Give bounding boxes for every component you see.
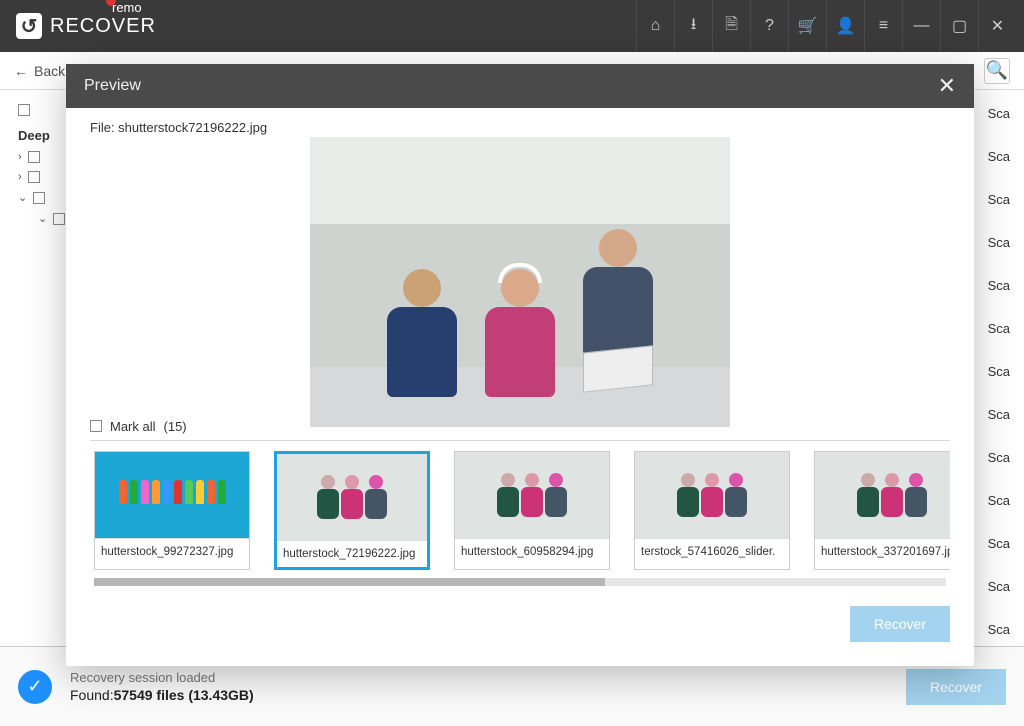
thumbnail-label: hutterstock_60958294.jpg (455, 538, 609, 565)
search-icon[interactable]: 🔍 (984, 58, 1010, 84)
help-icon[interactable]: ? (750, 0, 788, 52)
preview-modal: Preview ✕ File: shutterstock72196222.jpg… (66, 64, 974, 666)
thumbnail-label: hutterstock_72196222.jpg (277, 540, 427, 567)
modal-close-icon[interactable]: ✕ (938, 73, 956, 99)
thumbnail-strip[interactable]: hutterstock_99272327.jpg hutterstock_7219… (90, 441, 950, 578)
mark-all-checkbox[interactable] (90, 420, 102, 432)
found-summary: Found:57549 files (13.43GB) (70, 687, 888, 703)
user-icon[interactable]: 👤 (826, 0, 864, 52)
modal-header: Preview ✕ (66, 64, 974, 108)
back-label: Back (34, 63, 65, 79)
brand-label: remo (112, 0, 142, 15)
thumbnail[interactable]: terstock_57416026_slider. (634, 451, 790, 570)
maximize-button[interactable]: ▢ (940, 0, 978, 52)
modal-title: Preview (84, 77, 141, 95)
thumbnail-label: hutterstock_99272327.jpg (95, 538, 249, 565)
preview-file-label: File: shutterstock72196222.jpg (90, 120, 950, 135)
thumbnail-label: hutterstock_337201697.jpg (815, 538, 950, 565)
thumbnail[interactable]: hutterstock_72196222.jpg (274, 451, 430, 570)
back-button[interactable]: ← Back (14, 63, 65, 79)
session-status: Recovery session loaded (70, 670, 888, 685)
modal-recover-button[interactable]: Recover (850, 606, 950, 642)
titlebar: remo RECOVER ⌂ ⭳ 🗎 ? 🛒 👤 ≡ — ▢ ✕ (0, 0, 1024, 52)
mark-all-count: (15) (164, 419, 187, 434)
app-name: remo RECOVER (50, 15, 156, 38)
thumbnail[interactable]: hutterstock_60958294.jpg (454, 451, 610, 570)
app-logo: remo RECOVER (16, 13, 156, 39)
close-button[interactable]: ✕ (978, 0, 1016, 52)
checkbox-icon[interactable] (18, 104, 30, 116)
thumbnail[interactable]: hutterstock_337201697.jpg (814, 451, 950, 570)
cart-icon[interactable]: 🛒 (788, 0, 826, 52)
logo-swirl-icon (16, 13, 42, 39)
download-icon[interactable]: ⭳ (674, 0, 712, 52)
thumbnail-scrollbar[interactable] (94, 578, 946, 586)
new-file-icon[interactable]: 🗎 (712, 0, 750, 52)
menu-icon[interactable]: ≡ (864, 0, 902, 52)
home-icon[interactable]: ⌂ (636, 0, 674, 52)
status-check-icon: ✓ (18, 670, 52, 704)
thumbnail[interactable]: hutterstock_99272327.jpg (94, 451, 250, 570)
minimize-button[interactable]: — (902, 0, 940, 52)
preview-image (90, 137, 950, 411)
thumbnail-label: terstock_57416026_slider. (635, 538, 789, 565)
mark-all-label: Mark all (110, 419, 156, 434)
arrow-left-icon: ← (14, 63, 28, 79)
recover-button[interactable]: Recover (906, 669, 1006, 705)
titlebar-actions: ⌂ ⭳ 🗎 ? 🛒 👤 ≡ — ▢ ✕ (636, 0, 1016, 52)
